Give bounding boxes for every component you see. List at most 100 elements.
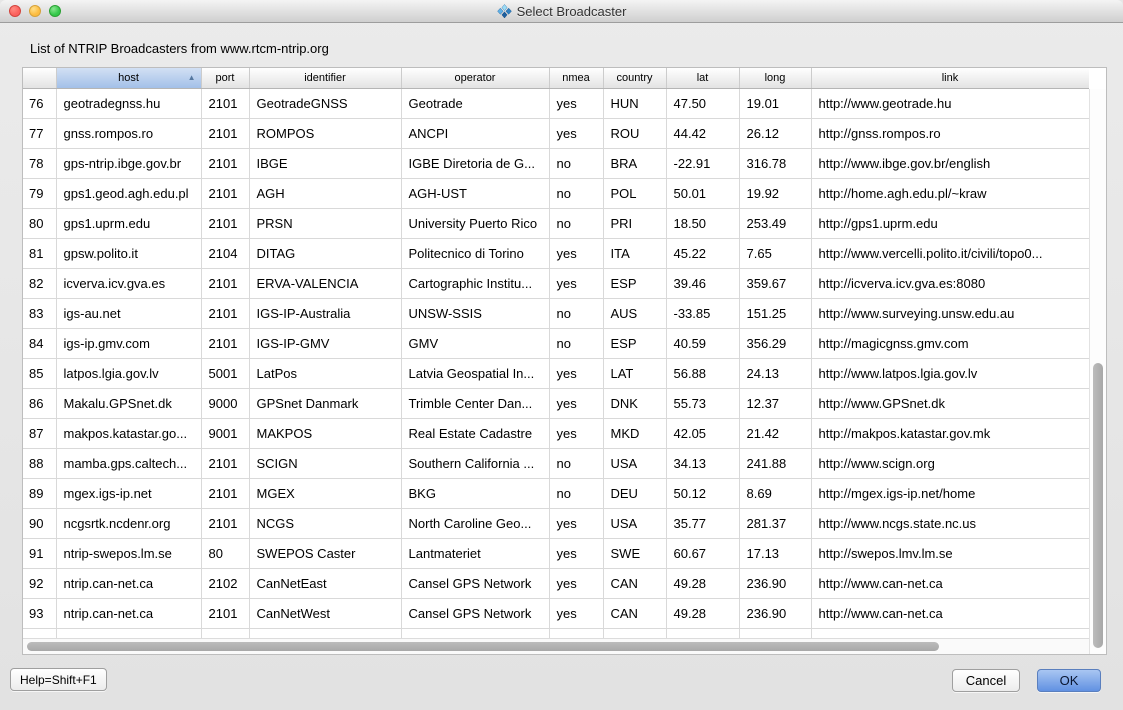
- cell-link: http://icverva.icv.gva.es:8080: [811, 269, 1089, 299]
- cell-nmea: no: [549, 149, 603, 179]
- cell-operator: Cartographic Institu...: [401, 269, 549, 299]
- cell-row: 94: [23, 629, 56, 639]
- column-header-rownum[interactable]: [23, 68, 56, 89]
- cell-operator: UNSW-SSIS: [401, 299, 549, 329]
- cell-nmea: [549, 629, 603, 639]
- cell-operator: Rebell Transportatio...: [401, 629, 549, 639]
- cell-link: http://www.can-net.ca: [811, 599, 1089, 629]
- cell-port: 2102: [201, 569, 249, 599]
- table-row[interactable]: 90ncgsrtk.ncdenr.org2101NCGSNorth Caroli…: [23, 509, 1089, 539]
- cell-identifier: IGS-IP-Australia: [249, 299, 401, 329]
- table-row[interactable]: 82icverva.icv.gva.es2101ERVA-VALENCIACar…: [23, 269, 1089, 299]
- cell-link: http://swepos.lmv.lm.se: [811, 539, 1089, 569]
- table-row[interactable]: 94ntrip...2101RTI...Rebell Transportatio…: [23, 629, 1089, 639]
- cell-link: http://www.scign.org: [811, 449, 1089, 479]
- cancel-button[interactable]: Cancel: [952, 669, 1020, 692]
- table-row[interactable]: 84igs-ip.gmv.com2101IGS-IP-GMVGMVnoESP40…: [23, 329, 1089, 359]
- cell-link: http://www.vercelli.polito.it/civili/top…: [811, 239, 1089, 269]
- cell-host: icverva.icv.gva.es: [56, 269, 201, 299]
- vertical-scrollbar[interactable]: [1089, 89, 1106, 654]
- cell-lat: 42.05: [666, 419, 739, 449]
- cell-operator: Geotrade: [401, 89, 549, 119]
- header-row: host ▲ port identifier operator nmea cou…: [23, 68, 1089, 89]
- cell-operator: Southern California ...: [401, 449, 549, 479]
- broadcaster-table: host ▲ port identifier operator nmea cou…: [22, 67, 1107, 655]
- table-row[interactable]: 76geotradegnss.hu2101GeotradeGNSSGeotrad…: [23, 89, 1089, 119]
- horizontal-scrollbar-thumb[interactable]: [27, 642, 939, 651]
- cell-host: gpsw.polito.it: [56, 239, 201, 269]
- cell-identifier: IBGE: [249, 149, 401, 179]
- table-row[interactable]: 87makpos.katastar.go...9001MAKPOSReal Es…: [23, 419, 1089, 449]
- table-row[interactable]: 77gnss.rompos.ro2101ROMPOSANCPIyesROU44.…: [23, 119, 1089, 149]
- column-header-long[interactable]: long: [739, 68, 811, 89]
- cell-operator: GMV: [401, 329, 549, 359]
- cell-link: http://www.surveying.unsw.edu.au: [811, 299, 1089, 329]
- table-row[interactable]: 79gps1.geod.agh.edu.pl2101AGHAGH-USTnoPO…: [23, 179, 1089, 209]
- vertical-scrollbar-thumb[interactable]: [1093, 363, 1103, 648]
- table-row[interactable]: 88mamba.gps.caltech...2101SCIGNSouthern …: [23, 449, 1089, 479]
- cell-long: 356.29: [739, 329, 811, 359]
- cell-lat: 34.13: [666, 449, 739, 479]
- ok-button[interactable]: OK: [1037, 669, 1101, 692]
- cell-host: geotradegnss.hu: [56, 89, 201, 119]
- cell-operator: ANCPI: [401, 119, 549, 149]
- cell-identifier: AGH: [249, 179, 401, 209]
- table-body: 76geotradegnss.hu2101GeotradeGNSSGeotrad…: [23, 89, 1089, 639]
- cell-long: 241.88: [739, 449, 811, 479]
- table-row[interactable]: 80gps1.uprm.edu2101PRSNUniversity Puerto…: [23, 209, 1089, 239]
- cell-identifier: ERVA-VALENCIA: [249, 269, 401, 299]
- window-title: Select Broadcaster: [517, 4, 627, 19]
- cell-lat: 47.50: [666, 89, 739, 119]
- cell-identifier: PRSN: [249, 209, 401, 239]
- table-row[interactable]: 78gps-ntrip.ibge.gov.br2101IBGEIGBE Dire…: [23, 149, 1089, 179]
- cell-host: ntrip.can-net.ca: [56, 569, 201, 599]
- column-header-identifier[interactable]: identifier: [249, 68, 401, 89]
- cell-link: http://makpos.katastar.gov.mk: [811, 419, 1089, 449]
- cell-host: igs-ip.gmv.com: [56, 329, 201, 359]
- table-row[interactable]: 89mgex.igs-ip.net2101MGEXBKGnoDEU50.128.…: [23, 479, 1089, 509]
- cell-lat: -22.91: [666, 149, 739, 179]
- table-row[interactable]: 91ntrip-swepos.lm.se80SWEPOS CasterLantm…: [23, 539, 1089, 569]
- cell-operator: North Caroline Geo...: [401, 509, 549, 539]
- cell-operator: Politecnico di Torino: [401, 239, 549, 269]
- cell-country: USA: [603, 629, 666, 639]
- horizontal-scrollbar[interactable]: [23, 638, 1089, 654]
- column-header-host[interactable]: host ▲: [56, 68, 201, 89]
- column-header-country[interactable]: country: [603, 68, 666, 89]
- cell-country: DEU: [603, 479, 666, 509]
- table-row[interactable]: 81gpsw.polito.it2104DITAGPolitecnico di …: [23, 239, 1089, 269]
- cell-lat: -33.85: [666, 299, 739, 329]
- cell-country: BRA: [603, 149, 666, 179]
- cell-link: http://www.latpos.lgia.gov.lv: [811, 359, 1089, 389]
- titlebar[interactable]: Select Broadcaster: [0, 0, 1123, 23]
- table-row[interactable]: 83igs-au.net2101IGS-IP-AustraliaUNSW-SSI…: [23, 299, 1089, 329]
- cell-row: 81: [23, 239, 56, 269]
- table-row[interactable]: 85latpos.lgia.gov.lv5001LatPosLatvia Geo…: [23, 359, 1089, 389]
- cell-row: 91: [23, 539, 56, 569]
- cell-lat: 38.50: [666, 629, 739, 639]
- cell-port: 2101: [201, 329, 249, 359]
- column-header-nmea[interactable]: nmea: [549, 68, 603, 89]
- cell-port: 2101: [201, 209, 249, 239]
- column-header-link[interactable]: link: [811, 68, 1089, 89]
- cell-row: 86: [23, 389, 56, 419]
- cell-port: 2101: [201, 299, 249, 329]
- cell-identifier: DITAG: [249, 239, 401, 269]
- select-broadcaster-window: Select Broadcaster List of NTRIP Broadca…: [0, 0, 1123, 710]
- table-row[interactable]: 93ntrip.can-net.ca2101CanNetWestCansel G…: [23, 599, 1089, 629]
- column-header-lat[interactable]: lat: [666, 68, 739, 89]
- table-row[interactable]: 92ntrip.can-net.ca2102CanNetEastCansel G…: [23, 569, 1089, 599]
- cell-identifier: MAKPOS: [249, 419, 401, 449]
- cell-identifier: SCIGN: [249, 449, 401, 479]
- cell-nmea: yes: [549, 89, 603, 119]
- cell-nmea: yes: [549, 599, 603, 629]
- cell-identifier: CanNetWest: [249, 599, 401, 629]
- cell-row: 80: [23, 209, 56, 239]
- cell-operator: Latvia Geospatial In...: [401, 359, 549, 389]
- column-header-port[interactable]: port: [201, 68, 249, 89]
- cell-host: Makalu.GPSnet.dk: [56, 389, 201, 419]
- table-row[interactable]: 86Makalu.GPSnet.dk9000GPSnet DanmarkTrim…: [23, 389, 1089, 419]
- help-button[interactable]: Help=Shift+F1: [10, 668, 107, 691]
- cell-link: http://www.GPSnet.dk: [811, 389, 1089, 419]
- column-header-operator[interactable]: operator: [401, 68, 549, 89]
